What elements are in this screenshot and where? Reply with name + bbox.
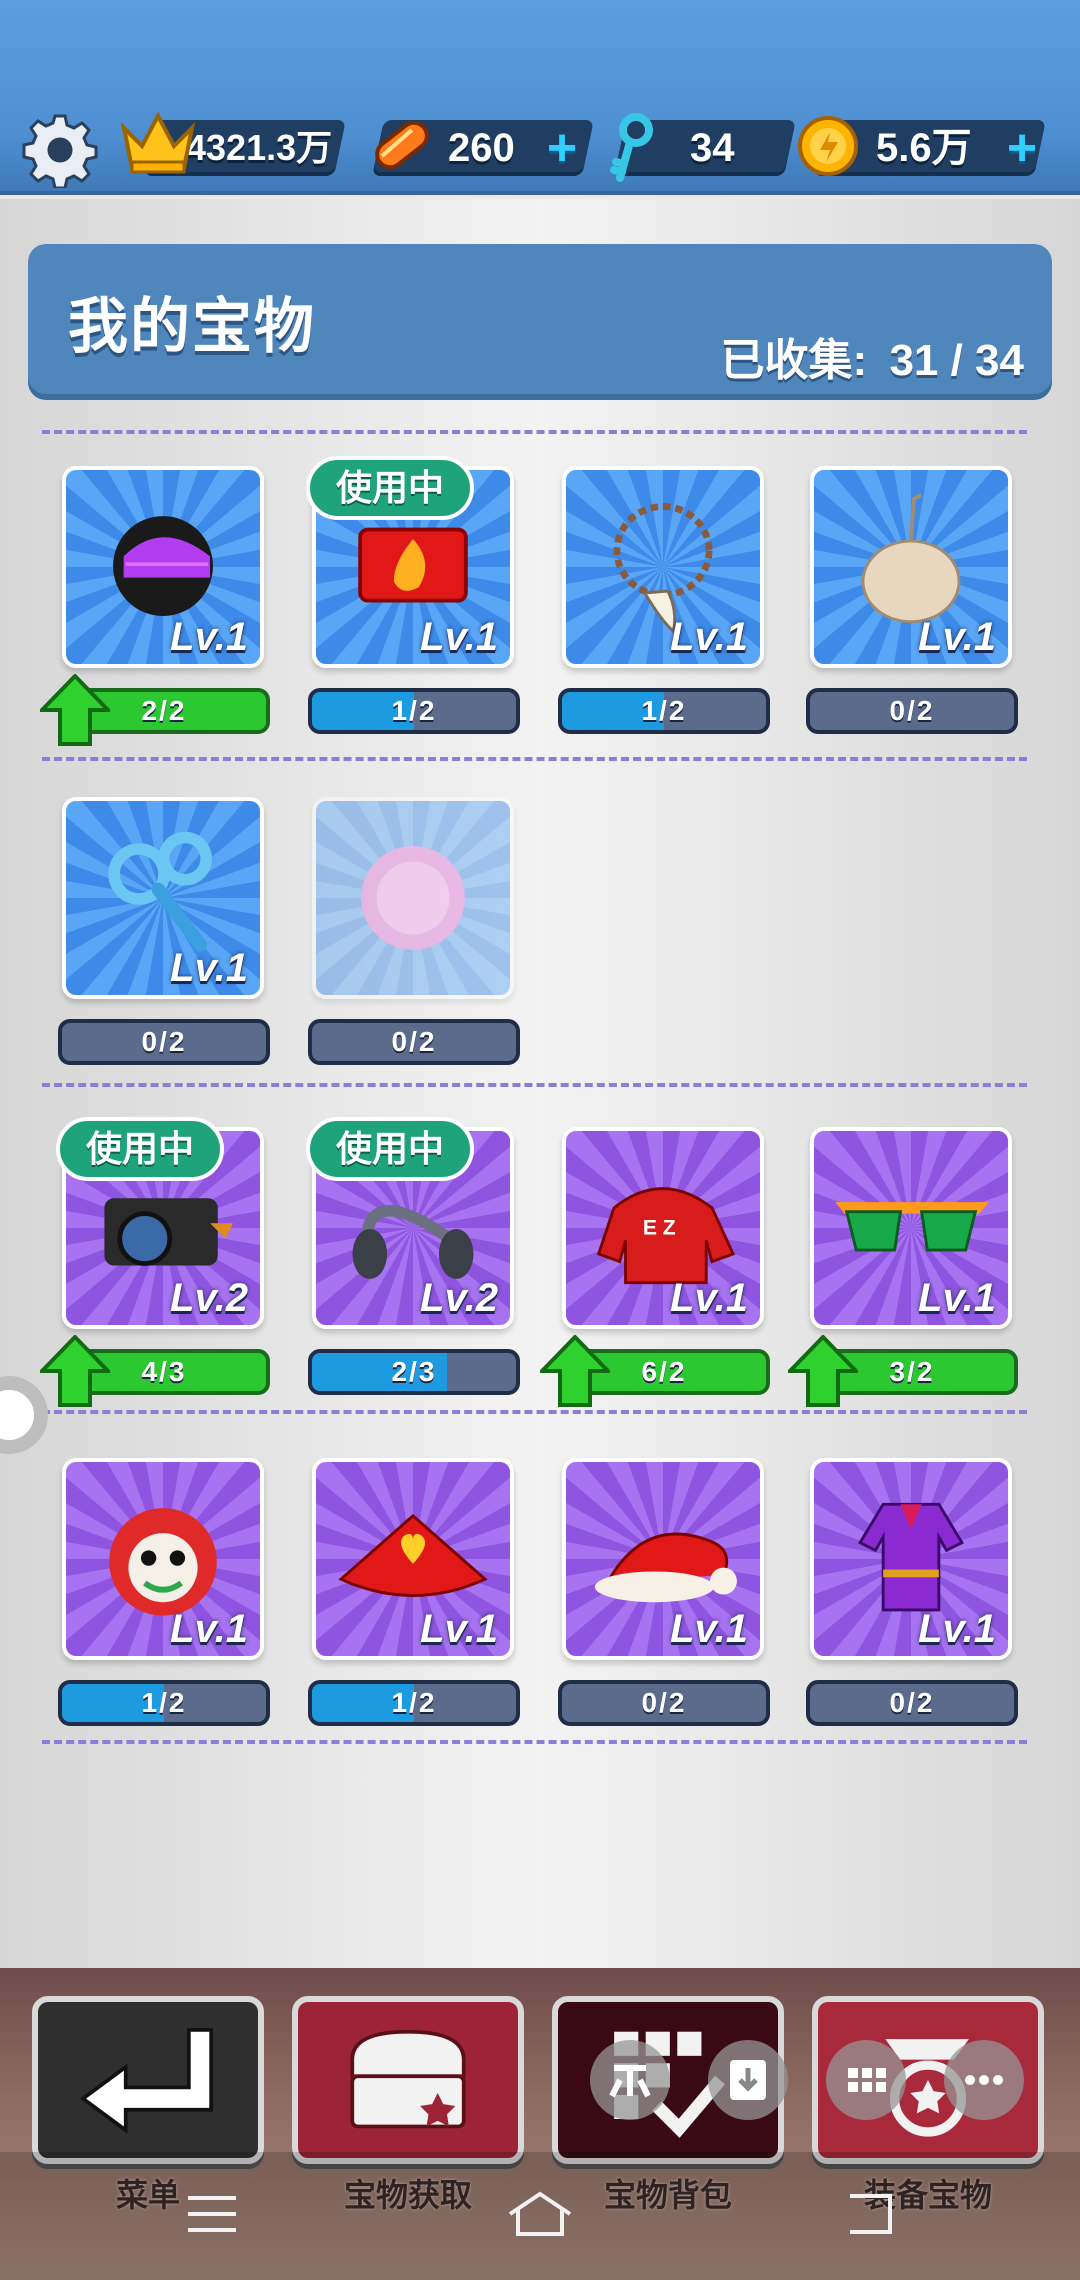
progress-bar: 1/2: [58, 1680, 270, 1726]
overlay-button[interactable]: [826, 2040, 906, 2120]
upgrade-arrow-icon[interactable]: [788, 1335, 858, 1407]
svg-text:E Z: E Z: [643, 1217, 676, 1240]
row-divider: [42, 1740, 1027, 1744]
level-label: Lv.1: [420, 615, 498, 659]
more-icon: [965, 2075, 1003, 2085]
coin-value: 5.6万: [876, 126, 972, 170]
home-icon[interactable]: [504, 2190, 576, 2238]
progress-bar: 0/2: [308, 1019, 520, 1065]
treasure-obtain-button[interactable]: [292, 1996, 524, 2164]
overlay-button[interactable]: [708, 2040, 788, 2120]
level-label: Lv.2: [170, 1276, 248, 1320]
in-use-badge: 使用中: [306, 1117, 475, 1181]
progress-label: 1/2: [641, 695, 687, 726]
row-divider: [42, 1410, 1027, 1414]
progress-label: 1/2: [391, 1687, 437, 1718]
progress-label: 2/3: [391, 1356, 437, 1387]
add-skateboards-button[interactable]: +: [540, 122, 584, 174]
treasure-header: 我的宝物 已收集: 31 / 34: [28, 244, 1052, 394]
level-label: Lv.1: [170, 946, 248, 990]
overlay-button[interactable]: [590, 2040, 670, 2120]
gear-icon[interactable]: [22, 112, 98, 188]
progress-label: 0/2: [889, 1687, 935, 1718]
level-label: Lv.1: [918, 615, 996, 659]
level-label: Lv.1: [420, 1607, 498, 1651]
key-icon: [610, 113, 653, 182]
treasure-card-pink-orb[interactable]: [312, 797, 514, 999]
return-arrow-icon: [79, 2028, 213, 2134]
treasure-card-tooth-necklace[interactable]: Lv.1: [562, 466, 764, 668]
progress-bar: 2/3: [308, 1349, 520, 1395]
progress-bar: 1/2: [308, 688, 520, 734]
row-divider: [42, 1083, 1027, 1087]
level-label: Lv.1: [670, 615, 748, 659]
progress-label: 0/2: [141, 1026, 187, 1057]
skateboard-icon: [375, 120, 429, 170]
in-use-badge: 使用中: [56, 1117, 225, 1181]
back-icon[interactable]: [842, 2190, 898, 2238]
upgrade-arrow-icon[interactable]: [40, 674, 110, 746]
treasure-chest-icon: [350, 2029, 466, 2129]
progress-bar: 1/2: [308, 1680, 520, 1726]
apps-grid-icon: [848, 2068, 886, 2092]
treasure-card-qipao-dress[interactable]: Lv.1: [810, 1458, 1012, 1660]
expand-icon: [609, 2065, 651, 2098]
add-coins-button[interactable]: +: [1000, 122, 1044, 174]
pink-orb-icon: [361, 846, 465, 950]
level-label: Lv.2: [420, 1276, 498, 1320]
menu-button[interactable]: [32, 1996, 264, 2164]
skateboard-value: 260: [448, 126, 515, 170]
level-label: Lv.1: [170, 1607, 248, 1651]
crown-icon: [120, 111, 196, 174]
crown-value: 4321.3万: [186, 127, 333, 168]
progress-label: 1/2: [141, 1687, 187, 1718]
collected-count: 已收集: 31 / 34: [721, 324, 1024, 388]
level-label: Lv.1: [670, 1607, 748, 1651]
coin-icon: [798, 116, 858, 176]
treasure-card-bag[interactable]: Lv.1: [810, 466, 1012, 668]
treasure-card-wind-up-key[interactable]: Lv.1: [62, 797, 264, 999]
progress-label: 0/2: [391, 1026, 437, 1057]
progress-bar: 0/2: [806, 688, 1018, 734]
collected-value: 31 / 34: [889, 336, 1024, 385]
row-divider: [42, 430, 1027, 434]
progress-bar: 0/2: [558, 1680, 770, 1726]
treasure-card-santa-hat[interactable]: Lv.1: [562, 1458, 764, 1660]
progress-bar: 0/2: [58, 1019, 270, 1065]
level-label: Lv.1: [670, 1276, 748, 1320]
treasure-card-lion-dance-head[interactable]: Lv.1: [62, 1458, 264, 1660]
overlay-button[interactable]: [944, 2040, 1024, 2120]
page-title: 我的宝物: [68, 293, 316, 360]
treasure-card-sunglasses[interactable]: Lv.1: [810, 1127, 1012, 1329]
upgrade-arrow-icon[interactable]: [540, 1335, 610, 1407]
in-use-badge: 使用中: [306, 456, 475, 520]
progress-label: 0/2: [889, 695, 935, 726]
treasure-card-heart-fan[interactable]: Lv.1: [312, 1458, 514, 1660]
progress-label: 0/2: [641, 1687, 687, 1718]
progress-bar: 1/2: [558, 688, 770, 734]
row-divider: [42, 757, 1027, 761]
treasure-card-red-hoodie[interactable]: E Z Lv.1: [562, 1127, 764, 1329]
level-label: Lv.1: [918, 1276, 996, 1320]
download-icon: [730, 2060, 766, 2100]
key-value: 34: [690, 126, 735, 170]
treasure-card-helmet[interactable]: Lv.1: [62, 466, 264, 668]
level-label: Lv.1: [170, 615, 248, 659]
progress-label: 1/2: [391, 695, 437, 726]
level-label: Lv.1: [918, 1607, 996, 1651]
progress-bar: 0/2: [806, 1680, 1018, 1726]
menu-lines-icon[interactable]: [184, 2190, 240, 2238]
upgrade-arrow-icon[interactable]: [40, 1335, 110, 1407]
collected-label: 已收集:: [720, 336, 868, 385]
